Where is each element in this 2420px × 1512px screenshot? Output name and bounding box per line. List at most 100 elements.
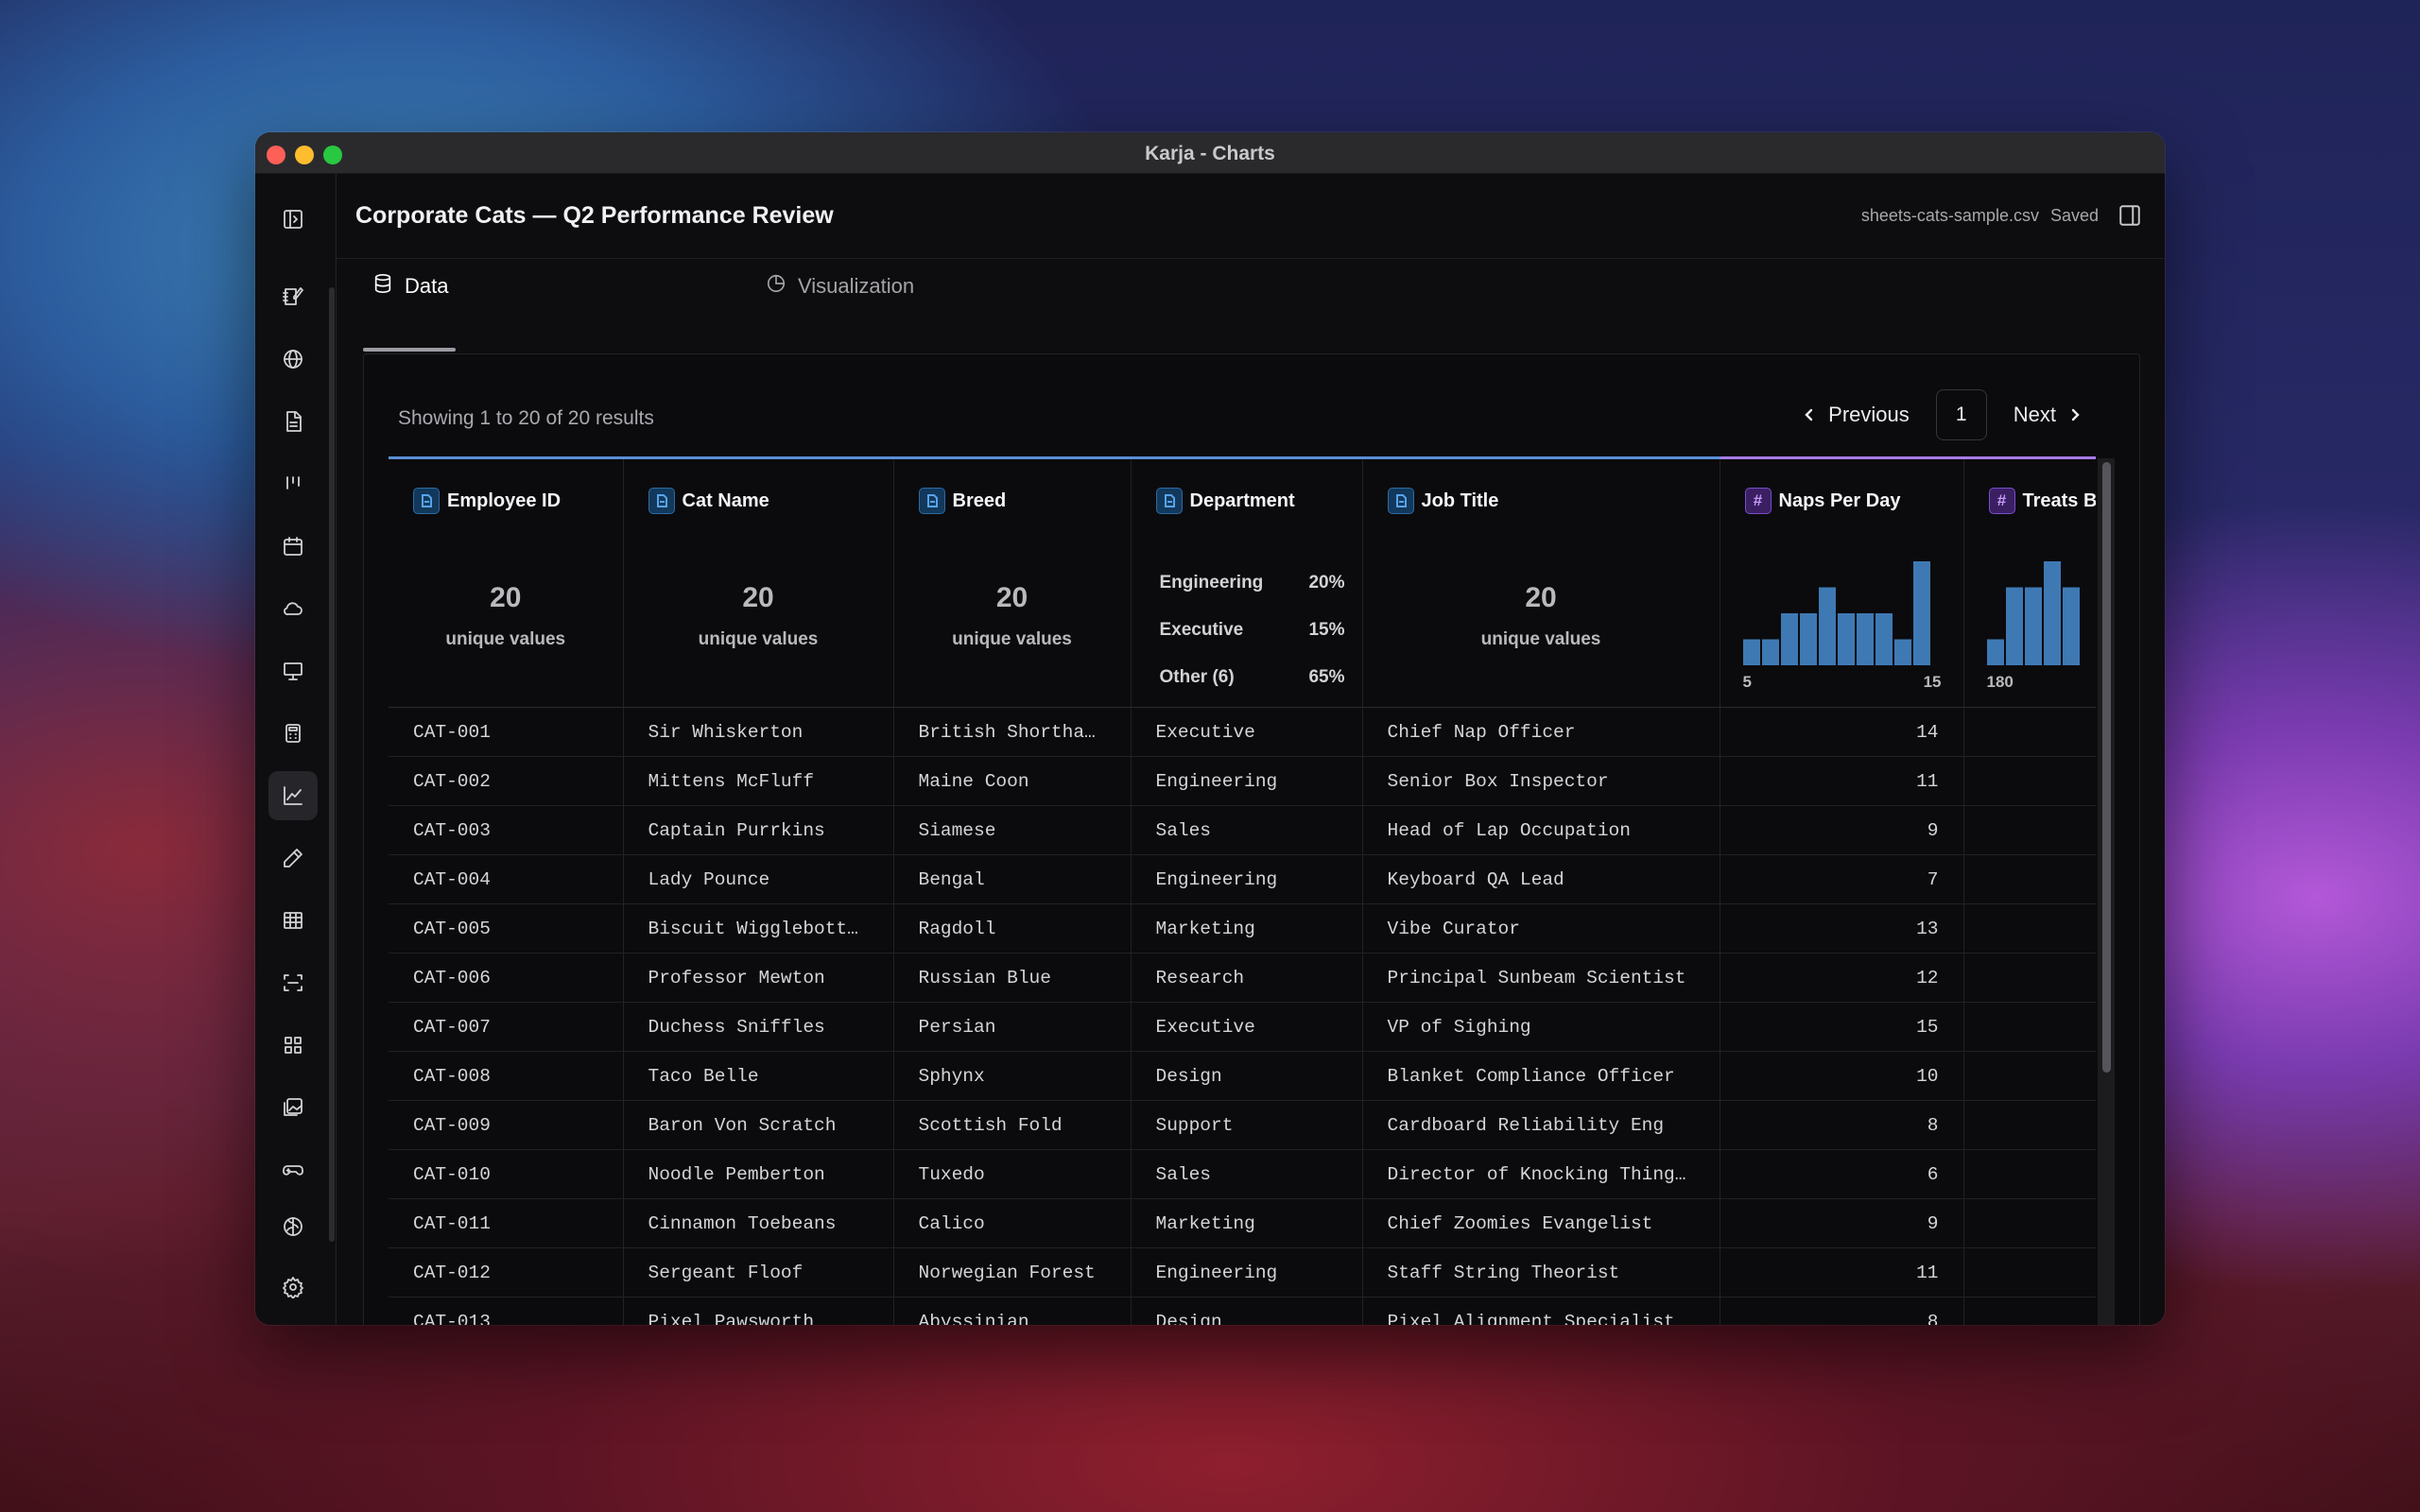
table-cell[interactable]: 10 (1720, 1051, 1964, 1101)
apps-grid-icon[interactable] (268, 1021, 318, 1070)
globe-icon[interactable] (268, 335, 318, 384)
previous-page-button[interactable]: Previous (1790, 403, 1921, 427)
column-header-breed[interactable]: Breed 20 unique values (893, 456, 1132, 708)
notebook-icon[interactable] (268, 272, 318, 321)
tab-visualization[interactable]: Visualization (756, 259, 924, 314)
table-cell[interactable] (1963, 1247, 2096, 1297)
table-cell[interactable]: 15 (1720, 1002, 1964, 1052)
table-cell[interactable] (1963, 707, 2096, 757)
table-cell[interactable]: Pixel Alignment Specialist (1362, 1297, 1720, 1325)
table-cell[interactable]: Noodle Pemberton (623, 1149, 894, 1199)
table-cell[interactable]: CAT-004 (389, 854, 624, 904)
table-cell[interactable]: Vibe Curator (1362, 903, 1720, 954)
table-cell[interactable]: CAT-011 (389, 1198, 624, 1248)
table-cell[interactable]: CAT-010 (389, 1149, 624, 1199)
column-header-treats[interactable]: # Treats B 180 (1963, 456, 2096, 708)
table-cell[interactable] (1963, 854, 2096, 904)
table-cell[interactable]: Professor Mewton (623, 953, 894, 1003)
table-cell[interactable]: Blanket Compliance Officer (1362, 1051, 1720, 1101)
table-cell[interactable]: CAT-002 (389, 756, 624, 806)
table-cell[interactable]: CAT-013 (389, 1297, 624, 1325)
table-cell[interactable]: 7 (1720, 854, 1964, 904)
table-cell[interactable]: Taco Belle (623, 1051, 894, 1101)
kanban-icon[interactable] (268, 459, 318, 508)
table-cell[interactable] (1963, 1297, 2096, 1325)
table-cell[interactable]: Abyssinian (893, 1297, 1132, 1325)
table-cell[interactable]: Chief Zoomies Evangelist (1362, 1198, 1720, 1248)
table-cell[interactable]: Mittens McFluff (623, 756, 894, 806)
table-row[interactable]: CAT-001 Sir Whiskerton British Shorthair Ex… (389, 707, 2096, 757)
document-icon[interactable] (268, 397, 318, 446)
table-cell[interactable]: VP of Sighing (1362, 1002, 1720, 1052)
table-cell[interactable]: Executive (1131, 1002, 1363, 1052)
table-cell[interactable]: CAT-006 (389, 953, 624, 1003)
table-cell[interactable]: Sales (1131, 1149, 1363, 1199)
settings-icon[interactable] (268, 1263, 318, 1312)
table-cell[interactable]: Sergeant Floof (623, 1247, 894, 1297)
table-cell[interactable]: Senior Box Inspector (1362, 756, 1720, 806)
next-page-button[interactable]: Next (2002, 403, 2094, 427)
table-cell[interactable]: Duchess Sniffles (623, 1002, 894, 1052)
table-cell[interactable]: Chief Nap Officer (1362, 707, 1720, 757)
vertical-scroll-thumb[interactable] (2102, 462, 2111, 1073)
column-header-cat-name[interactable]: Cat Name 20 unique values (623, 456, 894, 708)
table-cell[interactable]: Design (1131, 1297, 1363, 1325)
presentation-icon[interactable] (268, 646, 318, 696)
table-cell[interactable]: Marketing (1131, 903, 1363, 954)
table-cell[interactable]: Ragdoll (893, 903, 1132, 954)
calendar-icon[interactable] (268, 522, 318, 571)
table-cell[interactable]: Keyboard QA Lead (1362, 854, 1720, 904)
table-cell[interactable]: Executive (1131, 707, 1363, 757)
column-header-employee-id[interactable]: Employee ID 20 unique values (389, 456, 624, 708)
table-cell[interactable]: Tuxedo (893, 1149, 1132, 1199)
table-cell[interactable]: Sphynx (893, 1051, 1132, 1101)
table-cell[interactable]: Research (1131, 953, 1363, 1003)
column-header-job-title[interactable]: Job Title 20 unique values (1362, 456, 1720, 708)
table-cell[interactable] (1963, 805, 2096, 855)
table-row[interactable]: CAT-007 Duchess Sniffles Persian Executive V… (389, 1002, 2096, 1052)
table-cell[interactable]: Persian (893, 1002, 1132, 1052)
table-cell[interactable] (1963, 1100, 2096, 1150)
table-cell[interactable]: Marketing (1131, 1198, 1363, 1248)
vertical-scrollbar[interactable] (2098, 458, 2115, 1325)
column-header-department[interactable]: Department Engineering 20% Executive 15% O… (1131, 456, 1363, 708)
table-cell[interactable]: 9 (1720, 1198, 1964, 1248)
table-cell[interactable]: Cinnamon Toebeans (623, 1198, 894, 1248)
table-row[interactable]: CAT-013 Pixel Pawsworth Abyssinian Design Pi… (389, 1297, 2096, 1325)
brain-icon[interactable] (268, 1202, 318, 1251)
table-row[interactable]: CAT-004 Lady Pounce Bengal Engineering Keybo… (389, 854, 2096, 904)
table-cell[interactable]: 8 (1720, 1297, 1964, 1325)
table-row[interactable]: CAT-008 Taco Belle Sphynx Design Blanket Com… (389, 1051, 2096, 1101)
table-cell[interactable]: Norwegian Forest (893, 1247, 1132, 1297)
table-cell[interactable]: CAT-001 (389, 707, 624, 757)
table-cell[interactable]: Scottish Fold (893, 1100, 1132, 1150)
table-row[interactable]: CAT-002 Mittens McFluff Maine Coon Engineer… (389, 756, 2096, 806)
table-cell[interactable]: Baron Von Scratch (623, 1100, 894, 1150)
cloud-icon[interactable] (268, 584, 318, 633)
table-cell[interactable]: Calico (893, 1198, 1132, 1248)
table-cell[interactable]: CAT-003 (389, 805, 624, 855)
table-cell[interactable]: Russian Blue (893, 953, 1132, 1003)
table-cell[interactable]: Captain Purrkins (623, 805, 894, 855)
table-cell[interactable]: Staff String Theorist (1362, 1247, 1720, 1297)
table-cell[interactable]: CAT-008 (389, 1051, 624, 1101)
table-cell[interactable]: Engineering (1131, 756, 1363, 806)
scan-icon[interactable] (268, 958, 318, 1007)
image-gallery-icon[interactable] (268, 1083, 318, 1132)
table-row[interactable]: CAT-012 Sergeant Floof Norwegian Forest Eng… (389, 1247, 2096, 1297)
sidebar-scrollbar[interactable] (329, 287, 335, 1242)
table-row[interactable]: CAT-009 Baron Von Scratch Scottish Fold Sup… (389, 1100, 2096, 1150)
table-row[interactable]: CAT-011 Cinnamon Toebeans Calico Marketing C… (389, 1198, 2096, 1248)
table-cell[interactable]: British Shorthair (893, 707, 1132, 757)
table-cell[interactable]: 14 (1720, 707, 1964, 757)
table-cell[interactable]: CAT-007 (389, 1002, 624, 1052)
gamepad-icon[interactable] (268, 1145, 318, 1194)
table-cell[interactable]: Siamese (893, 805, 1132, 855)
current-page-number[interactable]: 1 (1935, 389, 1987, 440)
table-cell[interactable]: CAT-009 (389, 1100, 624, 1150)
table-cell[interactable]: Lady Pounce (623, 854, 894, 904)
table-cell[interactable]: Biscuit Wigglebottom (623, 903, 894, 954)
table-cell[interactable] (1963, 1051, 2096, 1101)
table-cell[interactable]: 11 (1720, 1247, 1964, 1297)
table-cell[interactable]: 13 (1720, 903, 1964, 954)
